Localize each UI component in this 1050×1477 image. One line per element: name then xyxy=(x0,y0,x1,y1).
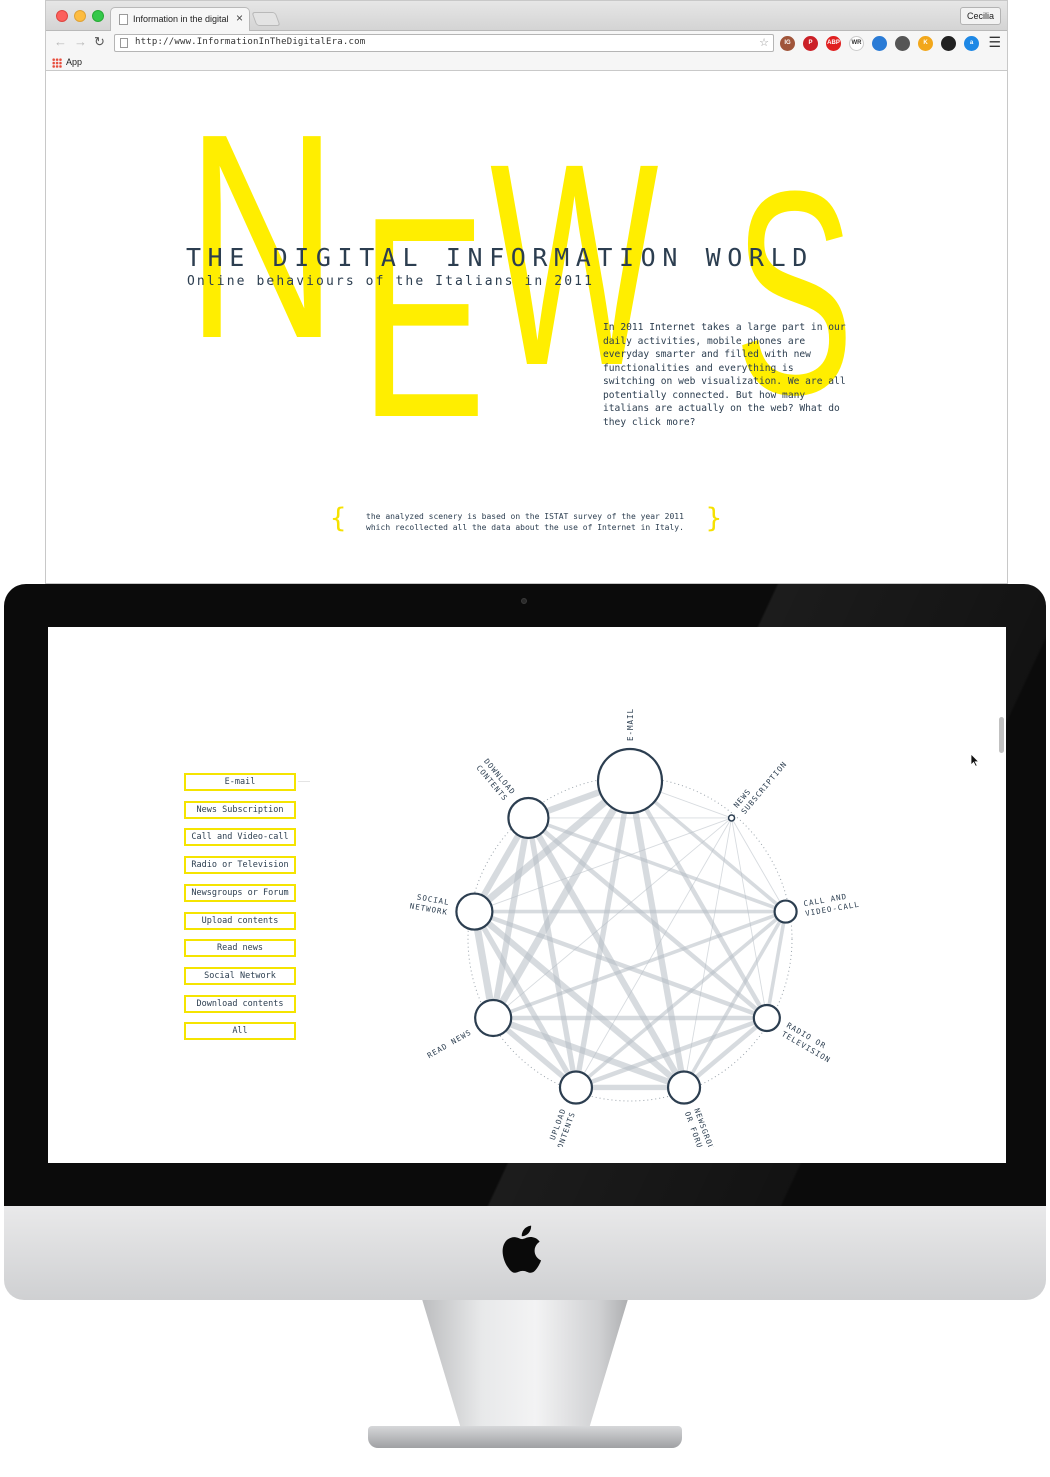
node-label-download: DOWNLOADCONTENTS xyxy=(474,757,517,803)
reload-icon[interactable]: ↻ xyxy=(94,35,105,49)
network-node-download[interactable] xyxy=(507,796,550,840)
node-label-newsgroups: NEWSGROUPSOR FORUM xyxy=(683,1107,720,1147)
close-window-button[interactable] xyxy=(56,10,68,22)
network-node-call[interactable] xyxy=(773,899,798,924)
page-title: THE DIGITAL INFORMATION WORLD xyxy=(186,243,814,272)
filter-button[interactable]: All xyxy=(184,1022,296,1041)
extension-icon[interactable]: WR xyxy=(849,35,864,51)
network-graph: E-MAIL NEWSSUBSCRIPTION CALL ANDVIDEO-CALL… xyxy=(409,708,861,1147)
extension-icon[interactable] xyxy=(895,35,910,51)
filter-button[interactable]: Read news xyxy=(184,939,296,958)
bookmarks-bar: App xyxy=(46,55,1007,71)
filter-button[interactable]: E-mail xyxy=(184,773,310,791)
url-text[interactable]: http://www.InformationInTheDigitalEra.co… xyxy=(135,37,365,47)
filter-button[interactable]: Call and Video-call xyxy=(184,828,296,847)
tab-title: Information in the digital era xyxy=(133,14,229,24)
web-page: N E W S THE DIGITAL INFORMATION WORLD On… xyxy=(46,72,1007,583)
network-node-radio[interactable] xyxy=(752,1003,781,1033)
source-note: { the analyzed scenery is based on the I… xyxy=(330,504,722,536)
node-label-upload: UPLOADCONTENTS xyxy=(548,1107,577,1147)
zoom-window-button[interactable] xyxy=(92,10,104,22)
network-node-news_sub[interactable] xyxy=(727,814,736,822)
filter-button[interactable]: Upload contents xyxy=(184,911,296,930)
back-arrow-icon[interactable]: ← xyxy=(54,35,67,49)
browser-tab[interactable]: Information in the digital era × xyxy=(110,7,250,32)
mouse-pointer-icon xyxy=(970,753,980,767)
network-node-upload[interactable] xyxy=(558,1070,594,1105)
extension-icon[interactable] xyxy=(872,35,887,51)
network-node-social[interactable] xyxy=(455,892,494,931)
imac-screen: E-mail News Subscription Call and Video-ca… xyxy=(48,627,1006,1163)
node-label-radio: RADIO ORTELEVISION xyxy=(780,1021,832,1065)
extension-icon[interactable]: K xyxy=(918,35,933,51)
page-subtitle: Online behaviours of the Italians in 201… xyxy=(187,274,594,289)
address-bar[interactable]: http://www.InformationInTheDigitalEra.co… xyxy=(114,34,774,52)
extension-icon[interactable]: P xyxy=(803,35,818,51)
apple-logo-icon xyxy=(502,1225,542,1273)
filter-button[interactable]: Radio or Television xyxy=(184,856,296,875)
tab-strip: Information in the digital era × Cecilia xyxy=(46,1,1007,32)
imac-stand-base xyxy=(368,1426,682,1448)
imac-stand xyxy=(422,1300,628,1428)
source-note-line: the analyzed scenery is based on the IST… xyxy=(366,512,684,521)
network-node-newsgroups[interactable] xyxy=(666,1070,702,1105)
camera-icon xyxy=(521,598,527,604)
tab-close-icon[interactable]: × xyxy=(236,11,243,25)
forward-arrow-icon[interactable]: → xyxy=(74,35,87,49)
filter-button[interactable]: Download contents xyxy=(184,994,296,1013)
node-label-call: CALL ANDVIDEO-CALL xyxy=(803,892,861,918)
scrollbar-thumb[interactable] xyxy=(999,717,1004,753)
extension-icon[interactable] xyxy=(941,35,956,51)
source-note-text: the analyzed scenery is based on the IST… xyxy=(352,512,698,533)
source-note-line: which recollected all the data about the… xyxy=(366,522,684,532)
hero-letter-e: E xyxy=(360,157,486,477)
new-tab-button[interactable] xyxy=(251,12,281,26)
minimize-window-button[interactable] xyxy=(74,10,86,22)
bookmark-apps[interactable]: App xyxy=(66,57,82,67)
extension-icon[interactable]: IG xyxy=(780,35,795,51)
network-node-email[interactable] xyxy=(596,747,664,815)
node-label-email: E-MAIL xyxy=(626,708,635,741)
node-label-news_sub: NEWSSUBSCRIPTION xyxy=(732,759,789,815)
apps-grid-icon[interactable] xyxy=(52,58,62,68)
filter-button[interactable]: Newsgroups or Forum xyxy=(184,883,296,902)
brace-open: { xyxy=(330,503,347,534)
node-label-text: E-MAIL xyxy=(626,708,635,741)
hero-letter-n: N xyxy=(186,73,338,399)
browser-toolbar: ← → ↻ http://www.InformationInTheDigital… xyxy=(46,31,1007,55)
page-icon xyxy=(119,14,128,25)
profile-button[interactable]: Cecilia xyxy=(959,7,1001,25)
node-label-read: READ NEWS xyxy=(426,1028,473,1061)
page-icon xyxy=(120,38,128,48)
extension-icons: IG P ABP WR Ka xyxy=(780,33,979,53)
node-label-text: READ NEWS xyxy=(426,1028,473,1061)
extension-icon[interactable]: ABP xyxy=(826,35,841,51)
filter-button[interactable]: News Subscription xyxy=(184,800,296,819)
filter-button[interactable]: Social Network xyxy=(184,966,296,985)
browser-window: Information in the digital era × Cecilia… xyxy=(45,0,1008,584)
extension-icon[interactable]: a xyxy=(964,35,979,51)
node-label-social: SOCIALNETWORK xyxy=(409,892,450,916)
menu-icon[interactable]: ☰ xyxy=(988,34,1001,50)
intro-paragraph: In 2011 Internet takes a large part in o… xyxy=(603,322,846,428)
network-node-read[interactable] xyxy=(474,998,513,1038)
bookmark-star-icon[interactable]: ☆ xyxy=(759,35,769,51)
brace-close: } xyxy=(705,503,722,534)
